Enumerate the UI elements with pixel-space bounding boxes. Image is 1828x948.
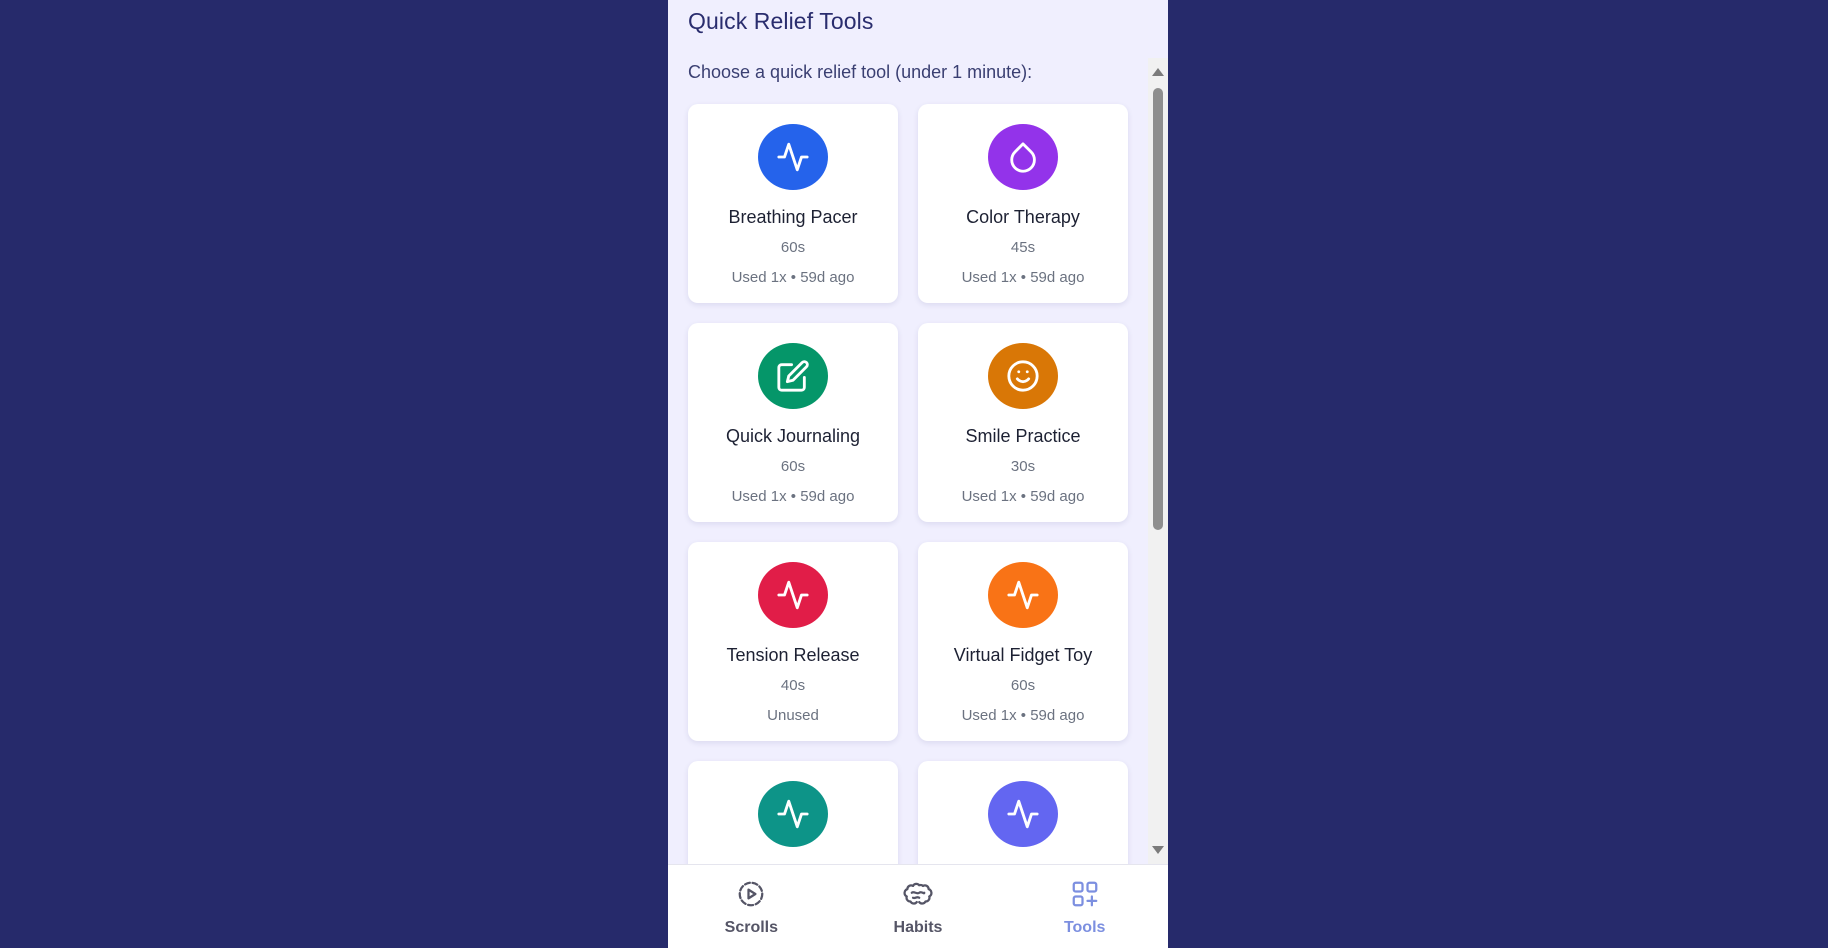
nav-item-tools[interactable]: Tools	[1001, 865, 1168, 948]
tool-card[interactable]	[918, 761, 1128, 864]
tools-grid: Breathing Pacer 60s Used 1x • 59d ago Co…	[688, 104, 1130, 864]
tool-usage: Unused	[767, 707, 819, 724]
activity-pulse-icon	[1007, 580, 1039, 610]
tool-name: Quick Journaling	[725, 426, 861, 446]
tool-icon-circle	[758, 343, 828, 409]
tool-name: Breathing Pacer	[728, 207, 858, 227]
tool-usage: Used 1x • 59d ago	[731, 488, 855, 505]
tool-card-color-therapy[interactable]: Color Therapy 45s Used 1x • 59d ago	[918, 104, 1128, 303]
nav-label: Scrolls	[724, 919, 779, 936]
tool-usage: Used 1x • 59d ago	[961, 707, 1085, 724]
scroll-down-arrow-icon[interactable]	[1152, 846, 1164, 854]
activity-pulse-icon	[777, 799, 809, 829]
tool-card-tension-release[interactable]: Tension Release 40s Unused	[688, 542, 898, 741]
vertical-scrollbar[interactable]	[1148, 58, 1168, 864]
tool-usage: Used 1x • 59d ago	[961, 488, 1085, 505]
smile-icon	[1007, 360, 1039, 392]
nav-label: Tools	[1063, 919, 1106, 936]
tool-icon-circle	[758, 124, 828, 190]
tool-usage: Used 1x • 59d ago	[731, 269, 855, 286]
tool-usage: Used 1x • 59d ago	[961, 269, 1085, 286]
tool-icon-circle	[988, 124, 1058, 190]
tool-icon-circle	[988, 562, 1058, 628]
grid-plus-icon	[1072, 881, 1098, 907]
pencil-square-icon	[777, 360, 809, 392]
play-circle-icon	[738, 881, 764, 907]
tool-icon-circle	[758, 781, 828, 847]
tool-duration: 60s	[780, 458, 806, 475]
tools-subtitle: Choose a quick relief tool (under 1 minu…	[688, 62, 1033, 82]
activity-pulse-icon	[1007, 799, 1039, 829]
tool-name: Color Therapy	[966, 207, 1080, 227]
bottom-nav: Scrolls Habits Tools	[668, 864, 1168, 948]
tool-duration: 60s	[1010, 677, 1036, 694]
nav-label: Habits	[893, 919, 943, 936]
tools-scroll-area[interactable]: Choose a quick relief tool (under 1 minu…	[668, 58, 1148, 864]
nav-item-habits[interactable]: Habits	[835, 865, 1002, 948]
tool-card-smile-practice[interactable]: Smile Practice 30s Used 1x • 59d ago	[918, 323, 1128, 522]
tool-duration: 60s	[780, 239, 806, 256]
scroll-up-arrow-icon[interactable]	[1152, 68, 1164, 76]
scrollbar-thumb[interactable]	[1153, 88, 1163, 530]
tool-name: Virtual Fidget Toy	[953, 645, 1093, 665]
app-screen: Quick Relief Tools Choose a quick relief…	[668, 0, 1168, 948]
droplet-icon	[1010, 142, 1036, 173]
activity-pulse-icon	[777, 580, 809, 610]
tool-name: Tension Release	[726, 645, 860, 665]
tool-card[interactable]	[688, 761, 898, 864]
tool-duration: 40s	[780, 677, 806, 694]
page-title: Quick Relief Tools	[688, 8, 874, 34]
tool-icon-circle	[758, 562, 828, 628]
tool-card-virtual-fidget-toy[interactable]: Virtual Fidget Toy 60s Used 1x • 59d ago	[918, 542, 1128, 741]
tool-duration: 30s	[1010, 458, 1036, 475]
tool-icon-circle	[988, 781, 1058, 847]
tool-name: Smile Practice	[965, 426, 1081, 446]
nav-item-scrolls[interactable]: Scrolls	[668, 865, 835, 948]
tool-card-quick-journaling[interactable]: Quick Journaling 60s Used 1x • 59d ago	[688, 323, 898, 522]
tool-duration: 45s	[1010, 239, 1036, 256]
tool-icon-circle	[988, 343, 1058, 409]
tool-card-breathing-pacer[interactable]: Breathing Pacer 60s Used 1x • 59d ago	[688, 104, 898, 303]
brain-icon	[903, 882, 933, 905]
activity-pulse-icon	[777, 142, 809, 172]
